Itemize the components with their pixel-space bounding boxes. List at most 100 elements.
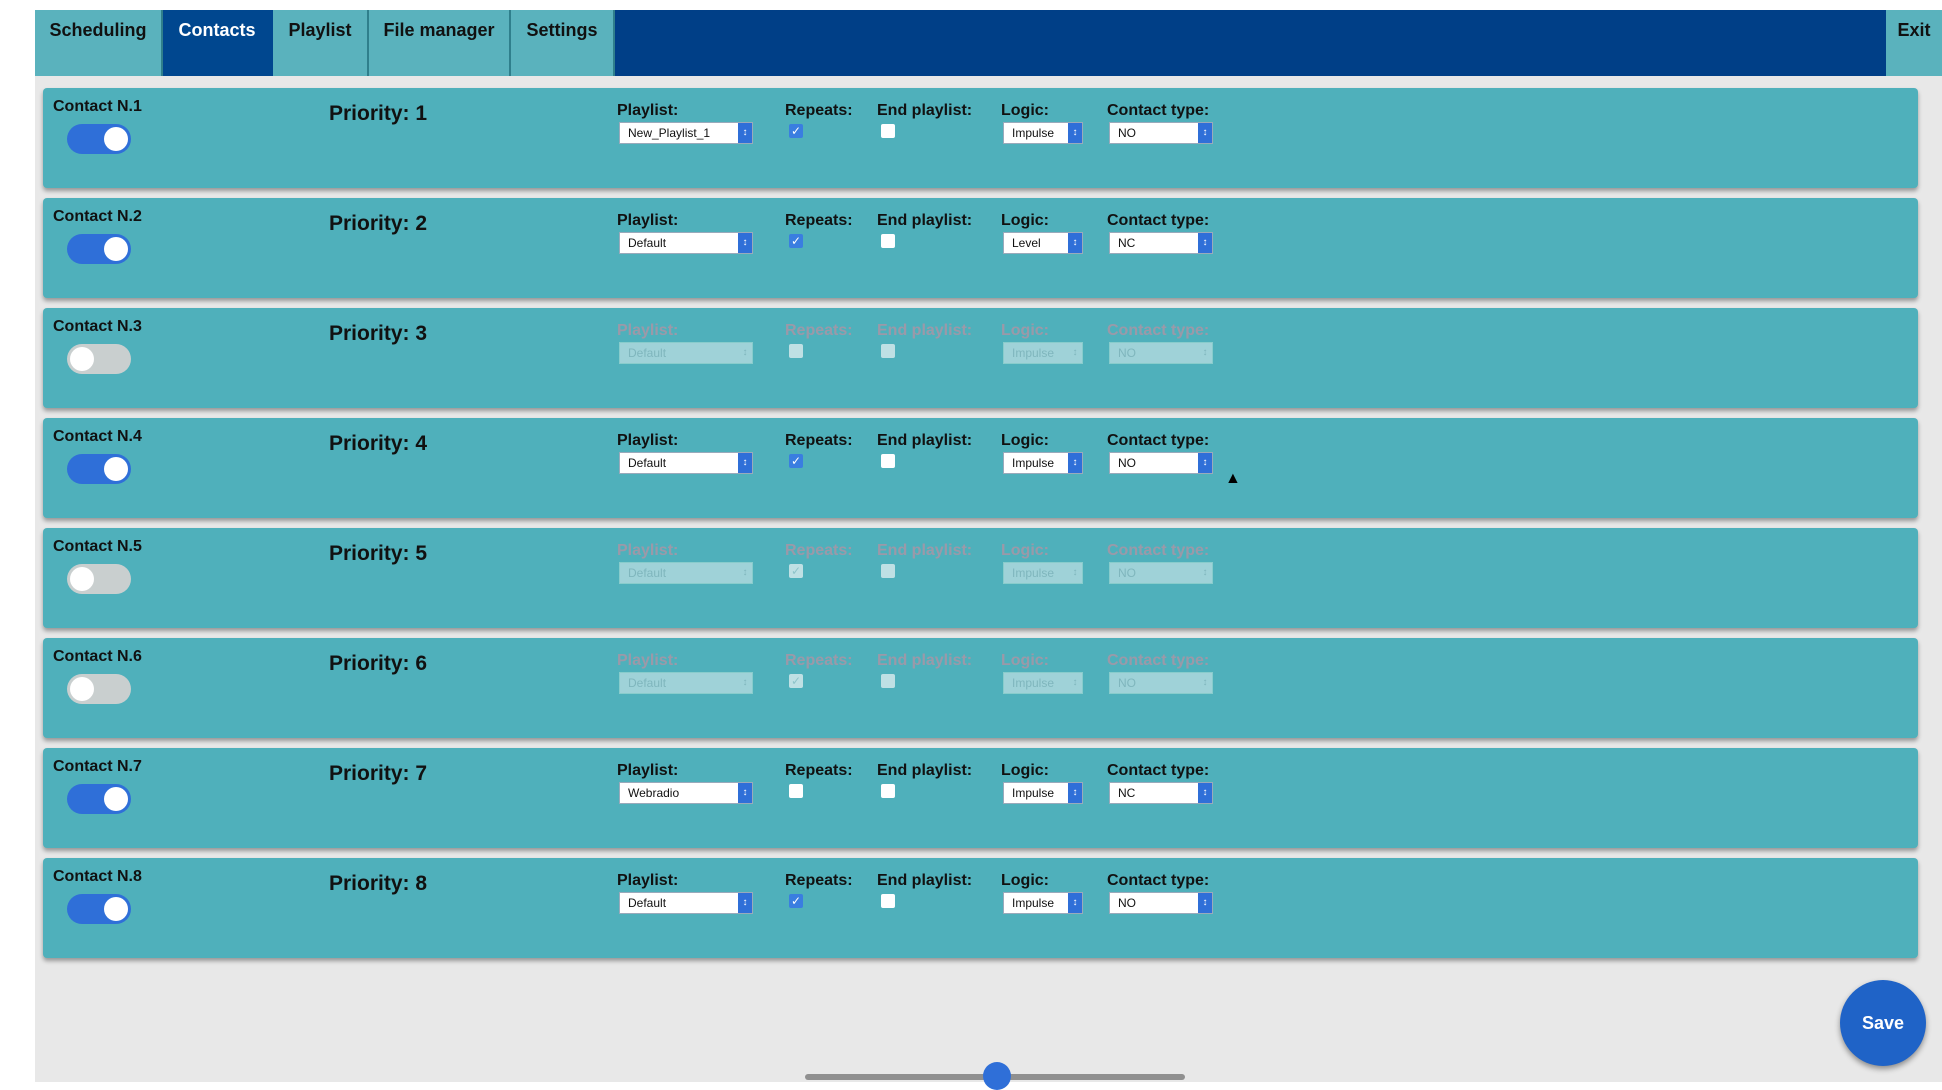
priority-label: Priority: 2 (329, 212, 428, 235)
playlist-select[interactable]: Default ↕ (619, 562, 753, 584)
logic-select[interactable]: Level ↕ (1003, 232, 1083, 254)
end-playlist-checkbox[interactable] (881, 124, 895, 138)
logic-label: Logic: (1001, 212, 1049, 229)
contact-type-label: Contact type: (1107, 322, 1210, 339)
contact-type-select[interactable]: NC ↕ (1109, 782, 1213, 804)
end-playlist-checkbox[interactable] (881, 344, 895, 358)
contact-enable-toggle[interactable] (67, 564, 131, 594)
tab-settings[interactable]: Settings (511, 10, 615, 76)
contact-enable-toggle[interactable] (67, 674, 131, 704)
playlist-select-value: New_Playlist_1 (628, 126, 711, 140)
end-playlist-checkbox[interactable] (881, 454, 895, 468)
logic-select-value: Impulse (1012, 566, 1055, 580)
contact-type-select-value: NO (1118, 896, 1136, 910)
tab-contacts[interactable]: Contacts (163, 10, 273, 76)
contact-type-label: Contact type: (1107, 432, 1210, 449)
tab-playlist[interactable]: Playlist (273, 10, 369, 76)
logic-select[interactable]: Impulse ↕ (1003, 672, 1083, 694)
toggle-knob (104, 127, 128, 151)
contact-type-select-value: NO (1118, 566, 1136, 580)
playlist-label: Playlist: (617, 102, 679, 119)
repeats-checkbox[interactable]: ✓ (789, 564, 803, 578)
contact-type-select[interactable]: NC ↕ (1109, 232, 1213, 254)
tab-scheduling[interactable]: Scheduling (35, 10, 163, 76)
playlist-select-value: Default (628, 346, 667, 360)
logic-select[interactable]: Impulse ↕ (1003, 892, 1083, 914)
end-playlist-checkbox[interactable] (881, 674, 895, 688)
logic-select[interactable]: Impulse ↕ (1003, 562, 1083, 584)
updown-arrow-icon: ↕ (738, 673, 752, 693)
repeats-checkbox[interactable]: ✓ (789, 674, 803, 688)
updown-arrow-icon: ↕ (1198, 783, 1212, 803)
contact-enable-toggle[interactable] (67, 344, 131, 374)
playlist-select[interactable]: Default ↕ (619, 672, 753, 694)
playlist-label: Playlist: (617, 542, 679, 559)
repeats-checkbox[interactable]: ✓ (789, 894, 803, 908)
updown-arrow-icon: ↕ (1068, 783, 1082, 803)
repeats-label: Repeats: (785, 102, 853, 119)
updown-arrow-icon: ↕ (738, 783, 752, 803)
updown-arrow-icon: ↕ (1198, 453, 1212, 473)
end-playlist-checkbox[interactable] (881, 234, 895, 248)
logic-select[interactable]: Impulse ↕ (1003, 342, 1083, 364)
logic-select-value: Impulse (1012, 676, 1055, 690)
logic-label: Logic: (1001, 322, 1049, 339)
end-playlist-label: End playlist: (877, 322, 973, 339)
contact-row-7: Contact N.7 Priority: 7 Playlist: Webrad… (43, 748, 1918, 848)
logic-label: Logic: (1001, 872, 1049, 889)
repeats-checkbox[interactable] (789, 784, 803, 798)
contact-type-select[interactable]: NO ↕ (1109, 452, 1213, 474)
playlist-select[interactable]: New_Playlist_1 ↕ (619, 122, 753, 144)
playlist-select-value: Default (628, 456, 667, 470)
scrollbar-thumb[interactable] (983, 1062, 1011, 1090)
contact-type-select-value: NO (1118, 126, 1136, 140)
contact-type-label: Contact type: (1107, 872, 1210, 889)
logic-select[interactable]: Impulse ↕ (1003, 122, 1083, 144)
repeats-checkbox[interactable]: ✓ (789, 124, 803, 138)
playlist-select-value: Default (628, 676, 667, 690)
playlist-label: Playlist: (617, 872, 679, 889)
logic-label: Logic: (1001, 542, 1049, 559)
priority-label: Priority: 7 (329, 762, 428, 785)
contact-name: Contact N.5 (53, 538, 142, 555)
playlist-label: Playlist: (617, 762, 679, 779)
end-playlist-checkbox[interactable] (881, 784, 895, 798)
repeats-checkbox[interactable] (789, 344, 803, 358)
contact-type-select[interactable]: NO ↕ (1109, 562, 1213, 584)
contact-enable-toggle[interactable] (67, 454, 131, 484)
end-playlist-checkbox[interactable] (881, 564, 895, 578)
contact-type-label: Contact type: (1107, 212, 1210, 229)
save-button[interactable]: Save (1840, 980, 1926, 1066)
end-playlist-checkbox[interactable] (881, 894, 895, 908)
toggle-knob (70, 347, 94, 371)
contact-type-select[interactable]: NO ↕ (1109, 892, 1213, 914)
contact-type-select-value: NC (1118, 236, 1136, 250)
contact-type-select[interactable]: NO ↕ (1109, 672, 1213, 694)
contact-type-select[interactable]: NO ↕ (1109, 122, 1213, 144)
repeats-checkbox[interactable]: ✓ (789, 454, 803, 468)
top-navigation-bar: Scheduling Contacts Playlist File manage… (35, 10, 1942, 76)
repeats-label: Repeats: (785, 652, 853, 669)
logic-select[interactable]: Impulse ↕ (1003, 782, 1083, 804)
contact-enable-toggle[interactable] (67, 234, 131, 264)
repeats-checkbox[interactable]: ✓ (789, 234, 803, 248)
contact-enable-toggle[interactable] (67, 784, 131, 814)
logic-label: Logic: (1001, 432, 1049, 449)
contact-type-select[interactable]: NO ↕ (1109, 342, 1213, 364)
playlist-select[interactable]: Webradio ↕ (619, 782, 753, 804)
logic-select[interactable]: Impulse ↕ (1003, 452, 1083, 474)
toggle-knob (104, 457, 128, 481)
playlist-select-value: Webradio (628, 786, 680, 800)
priority-label: Priority: 5 (329, 542, 428, 565)
playlist-select[interactable]: Default ↕ (619, 342, 753, 364)
exit-button[interactable]: Exit (1886, 10, 1942, 76)
contact-enable-toggle[interactable] (67, 124, 131, 154)
contact-row-5: Contact N.5 Priority: 5 Playlist: Defaul… (43, 528, 1918, 628)
playlist-select[interactable]: Default ↕ (619, 892, 753, 914)
contact-enable-toggle[interactable] (67, 894, 131, 924)
tab-file-manager[interactable]: File manager (369, 10, 511, 76)
contact-name: Contact N.3 (53, 318, 142, 335)
playlist-select[interactable]: Default ↕ (619, 232, 753, 254)
playlist-select[interactable]: Default ↕ (619, 452, 753, 474)
contact-name: Contact N.4 (53, 428, 142, 445)
